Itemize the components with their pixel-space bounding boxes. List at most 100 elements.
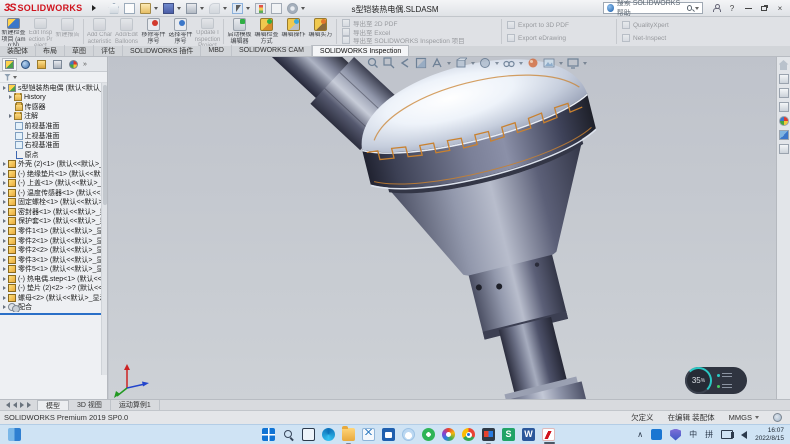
- chrome-icon[interactable]: [462, 428, 475, 441]
- status-units-selector[interactable]: MMGS: [729, 413, 759, 422]
- minimize-button[interactable]: [741, 2, 755, 14]
- w-app-icon[interactable]: W: [522, 428, 535, 441]
- store-app-icon[interactable]: [382, 428, 395, 441]
- zoom-to-fit-icon[interactable]: [367, 57, 379, 69]
- rollback-bar[interactable]: [0, 313, 107, 315]
- apply-scene-icon[interactable]: [543, 57, 555, 69]
- tray-speaker-icon[interactable]: [741, 431, 747, 439]
- select-dropdown-icon[interactable]: [246, 7, 250, 10]
- expand-icon[interactable]: [3, 277, 6, 281]
- solidworks-app-icon[interactable]: [542, 428, 555, 441]
- tab-configuration-manager[interactable]: [34, 58, 49, 71]
- status-globe-icon[interactable]: [773, 413, 782, 422]
- file-explorer-icon[interactable]: [779, 102, 789, 112]
- tab-layout[interactable]: 布局: [36, 45, 65, 56]
- tree-item-component[interactable]: (-) 温度传感器<1> (默认<<默认>_: [0, 188, 107, 198]
- zoom-to-area-icon[interactable]: [383, 57, 395, 69]
- design-library-icon[interactable]: [779, 88, 789, 98]
- tab-cam[interactable]: SOLIDWORKS CAM: [232, 45, 312, 56]
- undo-dropdown-icon[interactable]: [223, 7, 227, 10]
- green-app-icon[interactable]: [422, 428, 435, 441]
- expand-icon[interactable]: [3, 191, 6, 195]
- new-document-icon[interactable]: [124, 3, 135, 14]
- task-view-icon[interactable]: [302, 428, 315, 441]
- tree-item-right-plane[interactable]: 右视基准面: [0, 140, 107, 150]
- ime-mode-indicator[interactable]: 拼: [705, 429, 713, 440]
- help-button[interactable]: ?: [725, 2, 739, 14]
- tree-item-component[interactable]: 零件2<2> (默认<<默认>_显示状态: [0, 245, 107, 255]
- hud-dropdown-icon[interactable]: [519, 62, 523, 65]
- tree-item-component[interactable]: 密封器<1> (默认<<默认>_显示状: [0, 207, 107, 217]
- tree-item-top-plane[interactable]: 上视基准面: [0, 131, 107, 141]
- mail-app-icon[interactable]: [362, 428, 375, 441]
- tree-item-component[interactable]: (-) 垫片 (2)<2> ->? (默认<<默认>_: [0, 283, 107, 293]
- home-icon[interactable]: [779, 60, 789, 70]
- tree-item-component[interactable]: 保护套<1> (默认<<默认>_显示状: [0, 217, 107, 227]
- recorder-progress-circle[interactable]: 35%: [685, 367, 712, 394]
- expand-icon[interactable]: [3, 305, 6, 309]
- expand-icon[interactable]: [3, 181, 6, 185]
- tree-item-annotations[interactable]: 注解: [0, 112, 107, 122]
- tree-filter-row[interactable]: [0, 72, 107, 83]
- search-dropdown-icon[interactable]: [695, 7, 699, 10]
- edit-inspection-methods-button[interactable]: 编辑检查方式: [253, 17, 280, 46]
- tab-assembly[interactable]: 装配体: [0, 45, 36, 56]
- file-properties-icon[interactable]: [271, 3, 282, 14]
- expand-icon[interactable]: [3, 200, 6, 204]
- tab-dimxpert-manager[interactable]: [50, 58, 65, 71]
- view-palette-icon[interactable]: [779, 116, 789, 126]
- expand-icon[interactable]: [3, 267, 6, 271]
- display-style-icon[interactable]: [479, 57, 491, 69]
- expand-icon[interactable]: [3, 210, 6, 214]
- tray-blue-app-icon[interactable]: [651, 429, 662, 440]
- tab-motion-study[interactable]: 运动算例1: [111, 400, 160, 410]
- previous-view-icon[interactable]: [399, 57, 411, 69]
- s-app-icon[interactable]: S: [502, 428, 515, 441]
- open-icon[interactable]: [140, 3, 151, 14]
- edit-actual-button[interactable]: 编辑实方: [307, 17, 334, 46]
- select-balloons-button[interactable]: 选择零件序号: [167, 17, 194, 46]
- rebuild-traffic-light-icon[interactable]: [255, 3, 266, 14]
- tree-item-history[interactable]: History: [0, 93, 107, 103]
- tab-evaluate[interactable]: 评估: [94, 45, 123, 56]
- hide-show-items-icon[interactable]: [503, 57, 515, 69]
- solidworks-resources-icon[interactable]: [779, 74, 789, 84]
- hud-dropdown-icon[interactable]: [447, 62, 451, 65]
- tab-inspection[interactable]: SOLIDWORKS Inspection: [312, 45, 409, 56]
- expand-icon[interactable]: [3, 239, 6, 243]
- tab-sketch[interactable]: 草图: [65, 45, 94, 56]
- expand-icon[interactable]: [3, 258, 6, 262]
- tree-item-component[interactable]: 零件5<1> (默认<<默认>_显示状态: [0, 264, 107, 274]
- cloud-app-icon[interactable]: [402, 428, 415, 441]
- tab-3d-views[interactable]: 3D 视图: [69, 400, 111, 410]
- graphics-viewport[interactable]: 35%: [109, 57, 776, 399]
- undo-icon[interactable]: [209, 3, 220, 14]
- tree-item-component[interactable]: 固定螺栓<1> (默认<<默认>_显示: [0, 198, 107, 208]
- tray-chevron-icon[interactable]: ∧: [637, 430, 643, 439]
- ime-language-indicator[interactable]: 中: [689, 429, 697, 440]
- hud-dropdown-icon[interactable]: [583, 62, 587, 65]
- custom-properties-icon[interactable]: [779, 144, 789, 154]
- tree-scrollbar[interactable]: [101, 83, 107, 375]
- expand-icon[interactable]: [9, 114, 12, 118]
- tab-scroll-arrows[interactable]: [0, 402, 37, 408]
- search-icon[interactable]: [687, 5, 692, 11]
- tray-shield-icon[interactable]: [670, 429, 681, 441]
- tree-item-component[interactable]: 零件3<1> (默认<<默认>_显示状态: [0, 255, 107, 265]
- scroll-left-icon[interactable]: [13, 402, 17, 408]
- view-orientation-icon[interactable]: [455, 57, 467, 69]
- open-dropdown-icon[interactable]: [154, 7, 158, 10]
- section-view-icon[interactable]: [415, 57, 427, 69]
- tree-item-mates[interactable]: 配合: [0, 303, 107, 313]
- search-input[interactable]: 搜索 SOLIDWORKS 帮助: [603, 2, 703, 14]
- expand-icon[interactable]: [3, 296, 6, 300]
- expand-icon[interactable]: [3, 248, 6, 252]
- tab-display-manager[interactable]: [66, 58, 81, 71]
- print-icon[interactable]: [186, 3, 197, 14]
- tree-item-component[interactable]: (-) 热电偶.step<1> (默认<<默认>: [0, 274, 107, 284]
- scroll-left-icon[interactable]: [6, 402, 10, 408]
- expand-icon[interactable]: [9, 95, 12, 99]
- recorder-button-bottom[interactable]: [717, 383, 737, 390]
- tab-mbd[interactable]: MBD: [201, 45, 232, 56]
- scroll-right-icon[interactable]: [20, 402, 24, 408]
